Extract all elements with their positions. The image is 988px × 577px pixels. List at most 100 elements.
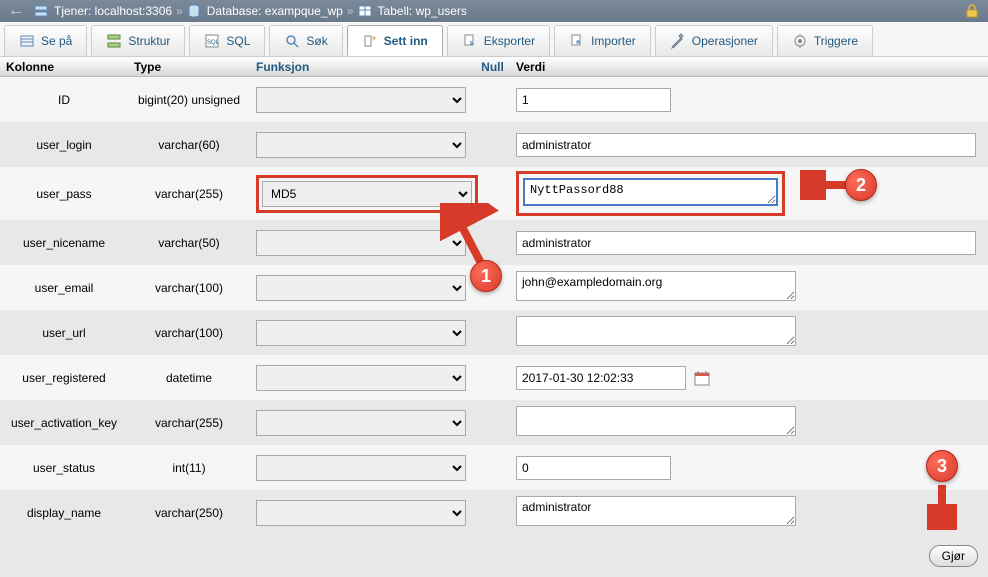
column-type: varchar(250) [128, 506, 250, 520]
breadcrumb-database[interactable]: Database: exampque_wp [207, 4, 343, 18]
function-cell [250, 320, 475, 346]
tab-operations[interactable]: Operasjoner [655, 25, 773, 56]
value-textarea[interactable] [516, 271, 796, 301]
search-icon [284, 33, 300, 49]
column-name: user_email [0, 281, 128, 295]
value-input[interactable] [516, 366, 686, 390]
value-textarea[interactable] [516, 316, 796, 346]
table-row: user_statusint(11) [0, 445, 988, 490]
function-select[interactable] [256, 132, 466, 158]
header-null[interactable]: Null [475, 60, 510, 74]
go-button[interactable]: Gjør [929, 545, 978, 567]
value-cell [510, 456, 988, 480]
database-icon [187, 4, 201, 18]
sql-icon: SQL [204, 33, 220, 49]
function-select[interactable] [256, 87, 466, 113]
breadcrumb-server[interactable]: Tjener: localhost:3306 [54, 4, 172, 18]
triggers-icon [792, 33, 808, 49]
table-row: user_urlvarchar(100) [0, 310, 988, 355]
column-name: user_url [0, 326, 128, 340]
function-select[interactable] [256, 410, 466, 436]
function-cell [250, 132, 475, 158]
value-input[interactable] [516, 133, 976, 157]
column-name: ID [0, 93, 128, 107]
footer: Gjør [0, 535, 988, 577]
tab-label: Triggere [814, 34, 858, 48]
table-header: Kolonne Type Funksjon Null Verdi [0, 57, 988, 77]
header-function[interactable]: Funksjon [250, 60, 475, 74]
callout-1: 1 [470, 260, 502, 292]
tab-label: Importer [591, 34, 636, 48]
value-cell [510, 366, 988, 390]
tab-triggers[interactable]: Triggere [777, 25, 873, 56]
column-type: varchar(255) [128, 416, 250, 430]
table-row: user_loginvarchar(60) [0, 122, 988, 167]
arrow-3 [927, 480, 957, 530]
tab-label: Se på [41, 34, 72, 48]
table-row: IDbigint(20) unsigned [0, 77, 988, 122]
tab-insert[interactable]: Sett inn [347, 25, 443, 56]
breadcrumb-table[interactable]: Tabell: wp_users [378, 4, 467, 18]
breadcrumb-separator: » [176, 4, 183, 18]
function-cell [250, 87, 475, 113]
tab-label: Struktur [128, 34, 170, 48]
tab-export[interactable]: Eksporter [447, 25, 550, 56]
value-input[interactable] [516, 88, 671, 112]
column-type: datetime [128, 371, 250, 385]
table-row: user_activation_keyvarchar(255) [0, 400, 988, 445]
column-name: user_status [0, 461, 128, 475]
tab-label: SQL [226, 34, 250, 48]
column-type: varchar(100) [128, 326, 250, 340]
value-input[interactable] [516, 231, 976, 255]
header-value: Verdi [510, 60, 988, 74]
tab-label: Operasjoner [692, 34, 758, 48]
function-select[interactable] [256, 455, 466, 481]
value-input[interactable] [516, 456, 671, 480]
back-icon[interactable]: ← [8, 2, 24, 20]
header-type: Type [128, 60, 250, 74]
breadcrumb: ← Tjener: localhost:3306 » Database: exa… [0, 0, 988, 22]
operations-icon [670, 33, 686, 49]
function-cell [250, 410, 475, 436]
function-cell [250, 365, 475, 391]
lock-icon[interactable] [964, 3, 980, 19]
column-name: display_name [0, 506, 128, 520]
column-type: int(11) [128, 461, 250, 475]
value-cell [510, 88, 988, 112]
value-cell [510, 271, 988, 304]
browse-icon [19, 33, 35, 49]
column-type: varchar(100) [128, 281, 250, 295]
tab-search[interactable]: Søk [269, 25, 342, 56]
function-select[interactable] [256, 500, 466, 526]
tab-structure[interactable]: Struktur [91, 25, 185, 56]
table-icon [358, 4, 372, 18]
import-icon [569, 33, 585, 49]
callout-3: 3 [926, 450, 958, 482]
tab-bar: Se på Struktur SQL SQL Søk Sett inn Ekspo… [0, 22, 988, 57]
server-icon [34, 4, 48, 18]
tab-sql[interactable]: SQL SQL [189, 25, 265, 56]
insert-icon [362, 33, 378, 49]
value-cell [510, 171, 988, 216]
breadcrumb-separator: » [347, 4, 354, 18]
column-name: user_pass [0, 187, 128, 201]
function-select[interactable] [256, 365, 466, 391]
table-row: user_registereddatetime [0, 355, 988, 400]
header-column: Kolonne [0, 60, 128, 74]
function-select[interactable] [256, 275, 466, 301]
calendar-icon[interactable] [694, 370, 710, 386]
value-textarea[interactable] [516, 406, 796, 436]
value-cell [510, 231, 988, 255]
tab-label: Sett inn [384, 34, 428, 48]
column-name: user_registered [0, 371, 128, 385]
function-cell [250, 455, 475, 481]
tab-browse[interactable]: Se på [4, 25, 87, 56]
callout-2: 2 [845, 169, 877, 201]
function-select[interactable] [256, 320, 466, 346]
function-select[interactable] [256, 230, 466, 256]
value-cell [510, 406, 988, 439]
tab-import[interactable]: Importer [554, 25, 651, 56]
structure-icon [106, 33, 122, 49]
value-textarea[interactable] [516, 496, 796, 526]
value-textarea[interactable] [523, 178, 778, 206]
